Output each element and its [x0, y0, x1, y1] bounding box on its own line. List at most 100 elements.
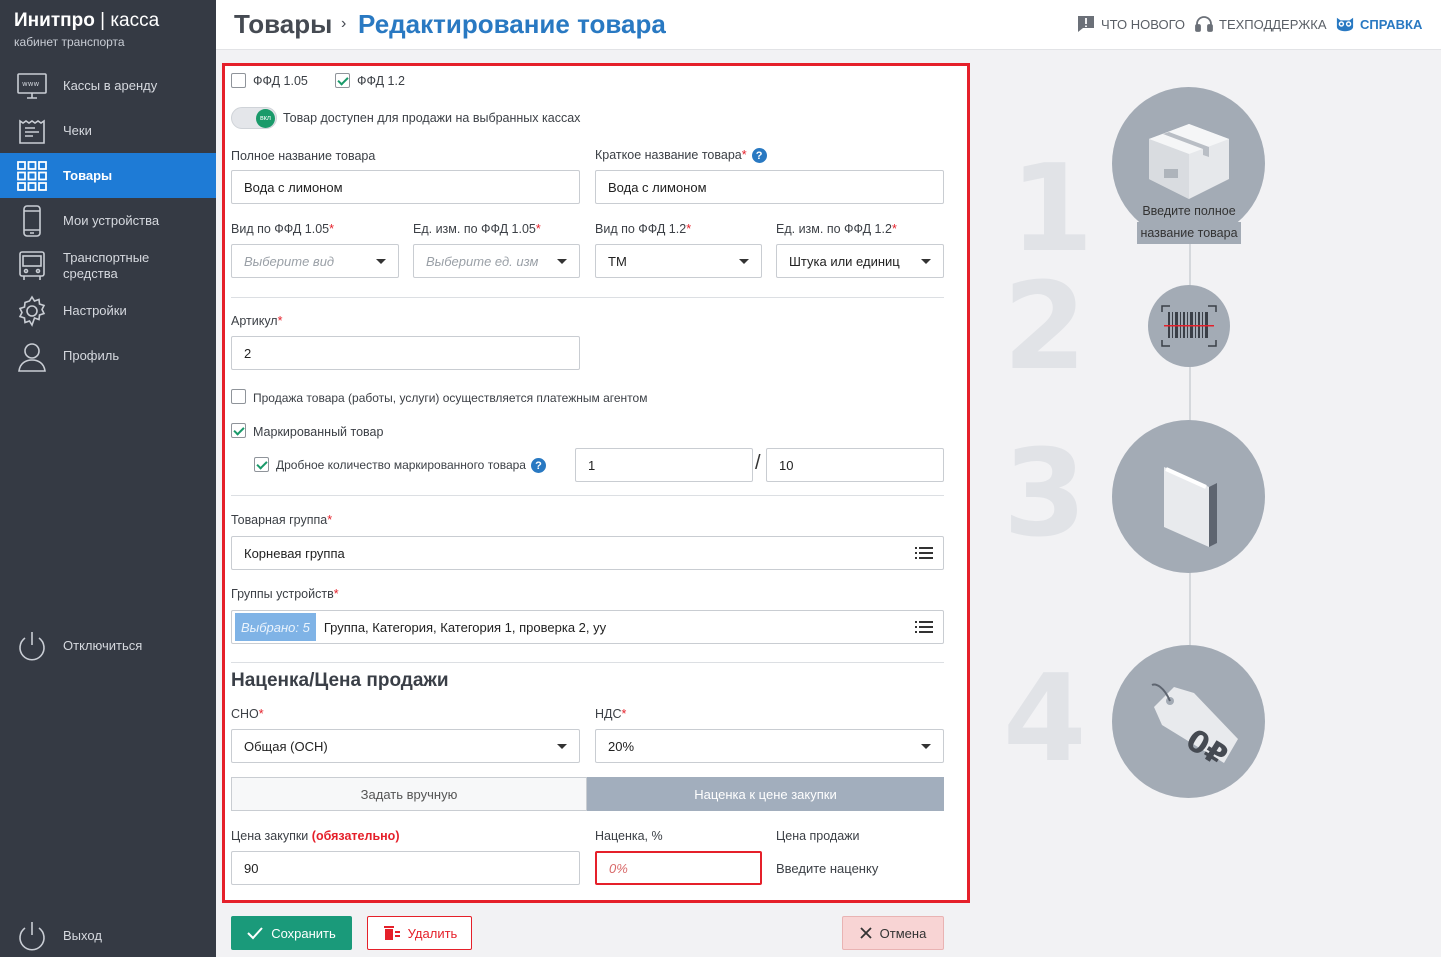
help-icon[interactable]: ?: [751, 148, 767, 164]
sale-price-hint: Введите наценку: [776, 861, 879, 876]
sidebar-item-label: Настройки: [63, 302, 127, 318]
device-groups-select[interactable]: Выбрано: 5 Группа, Категория, Категория …: [231, 610, 944, 644]
fraction-denominator-input[interactable]: 10: [766, 448, 944, 482]
marked-goods-checkbox[interactable]: [231, 423, 246, 438]
ffd12-checkbox[interactable]: [335, 73, 350, 88]
vat-select[interactable]: 20%: [595, 729, 944, 763]
sno-value: Общая (ОСН): [244, 738, 328, 754]
brand-logo[interactable]: Инитпро | касса: [14, 10, 159, 32]
short-name-input[interactable]: Вода с лимоном: [595, 170, 944, 204]
ffd105-checkbox[interactable]: [231, 73, 246, 88]
logout-button[interactable]: Выход: [0, 913, 216, 957]
unit105-placeholder: Выберите ед. изм: [426, 253, 539, 269]
step-number-2: 2: [1003, 258, 1087, 397]
device-groups-label: Группы устройств*: [231, 587, 339, 601]
required-mark: *: [258, 707, 264, 721]
vat-value: 20%: [608, 738, 635, 754]
short-name-label-text: Краткое название товара: [595, 148, 742, 162]
kind12-select[interactable]: ТМ: [595, 244, 762, 278]
owl-icon: [1336, 17, 1354, 32]
markup-percent-input[interactable]: 0%: [595, 851, 762, 885]
sidebar-item-rent[interactable]: www Кассы в аренду: [0, 63, 216, 108]
list-icon[interactable]: [915, 621, 933, 633]
sidebar-item-devices[interactable]: Мои устройства: [0, 198, 216, 243]
kind105-select[interactable]: Выберите вид: [231, 244, 399, 278]
product-group-select[interactable]: Корневая группа: [231, 536, 944, 570]
brand-tagline: кабинет транспорта: [14, 35, 125, 49]
product-group-label: Товарная группа*: [231, 513, 332, 527]
toggle-label: Товар доступен для продажи на выбранных …: [283, 111, 581, 125]
save-button[interactable]: Сохранить: [231, 916, 352, 950]
check-icon: [247, 927, 263, 940]
monitor-www-icon: www: [15, 69, 48, 102]
product-group-label-text: Товарная группа: [231, 513, 328, 527]
sno-label: СНО*: [231, 707, 264, 721]
delete-button[interactable]: Удалить: [367, 916, 472, 950]
disconnect-button[interactable]: Отключиться: [0, 623, 216, 668]
chevron-down-icon: [376, 259, 386, 264]
unit105-label: Ед. изм. по ФФД 1.05*: [413, 222, 541, 236]
payment-agent-checkbox[interactable]: [231, 389, 246, 404]
sidebar-item-vehicles[interactable]: Транспортные средства: [0, 243, 216, 288]
article-input[interactable]: 2: [231, 336, 580, 370]
sidebar-item-goods[interactable]: Товары: [0, 153, 216, 198]
trash-icon: [383, 926, 400, 940]
phone-icon: [15, 204, 48, 237]
kind12-label-text: Вид по ФФД 1.2: [595, 222, 687, 236]
price-tag-icon: 0₽: [1151, 683, 1238, 774]
required-mark: *: [891, 222, 897, 236]
sidebar-item-settings[interactable]: Настройки: [0, 288, 216, 333]
unit12-select[interactable]: Штука или единиц: [776, 244, 944, 278]
ffd12-label: ФФД 1.2: [357, 74, 405, 88]
mode-markup-tab[interactable]: Наценка к цене закупки: [587, 777, 944, 811]
divider: [231, 495, 944, 496]
full-name-input[interactable]: Вода с лимоном: [231, 170, 580, 204]
breadcrumb-root[interactable]: Товары: [234, 9, 332, 40]
barcode-icon: [1161, 305, 1217, 347]
step-3-circle: [1112, 420, 1265, 573]
fraction-numerator-input[interactable]: 1: [575, 448, 753, 482]
purchase-price-label-text: Цена закупки: [231, 829, 309, 843]
bus-icon: [15, 249, 48, 282]
sidebar-item-label: Чеки: [63, 122, 92, 138]
sidebar-item-label: Профиль: [63, 347, 120, 363]
full-name-label: Полное название товара: [231, 149, 375, 163]
required-mark: *: [333, 587, 339, 601]
required-mark: *: [741, 148, 747, 162]
unit105-select[interactable]: Выберите ед. изм: [413, 244, 580, 278]
tooltip-line-1: Введите полное: [1142, 204, 1236, 218]
kind12-label: Вид по ФФД 1.2*: [595, 222, 691, 236]
sidebar-item-label: Транспортные средства: [63, 249, 150, 281]
page-header: Товары › Редактирование товара ЧТО НОВОГ…: [216, 0, 1441, 50]
vat-label: НДС*: [595, 707, 626, 721]
sidebar-item-receipts[interactable]: Чеки: [0, 108, 216, 153]
fractional-marked-checkbox[interactable]: [254, 457, 269, 472]
save-label: Сохранить: [271, 925, 336, 941]
available-for-sale-toggle[interactable]: вкл: [231, 107, 277, 129]
step-number-4: 4: [1003, 650, 1087, 789]
toggle-knob: вкл: [256, 109, 275, 128]
delete-label: Удалить: [407, 925, 458, 941]
sno-label-text: СНО: [231, 707, 259, 721]
kind105-label-text: Вид по ФФД 1.05: [231, 222, 330, 236]
help-link[interactable]: СПРАВКА: [1336, 15, 1422, 33]
help-icon[interactable]: ?: [530, 458, 546, 474]
mode-manual-tab[interactable]: Задать вручную: [231, 777, 587, 811]
full-name-label-text: Полное название товара: [231, 149, 376, 163]
divider: [231, 662, 944, 663]
brand-sub: касса: [110, 10, 160, 31]
purchase-price-input[interactable]: 90: [231, 851, 580, 885]
support-link[interactable]: ТЕХПОДДЕРЖКА: [1195, 15, 1327, 33]
sidebar-item-profile[interactable]: Профиль: [0, 333, 216, 378]
divider: [231, 297, 944, 298]
sidebar-item-label: Мои устройства: [63, 212, 160, 228]
sno-select[interactable]: Общая (ОСН): [231, 729, 580, 763]
step-2-circle: [1148, 285, 1230, 367]
whats-new-link[interactable]: ЧТО НОВОГО: [1077, 15, 1185, 33]
headset-icon: [1195, 16, 1213, 32]
sidebar: Инитпро | касса кабинет транспорта www К…: [0, 0, 216, 957]
svg-text:www: www: [22, 80, 39, 88]
cancel-button[interactable]: Отмена: [842, 916, 944, 950]
cancel-label: Отмена: [879, 925, 927, 941]
list-icon[interactable]: [915, 547, 933, 559]
